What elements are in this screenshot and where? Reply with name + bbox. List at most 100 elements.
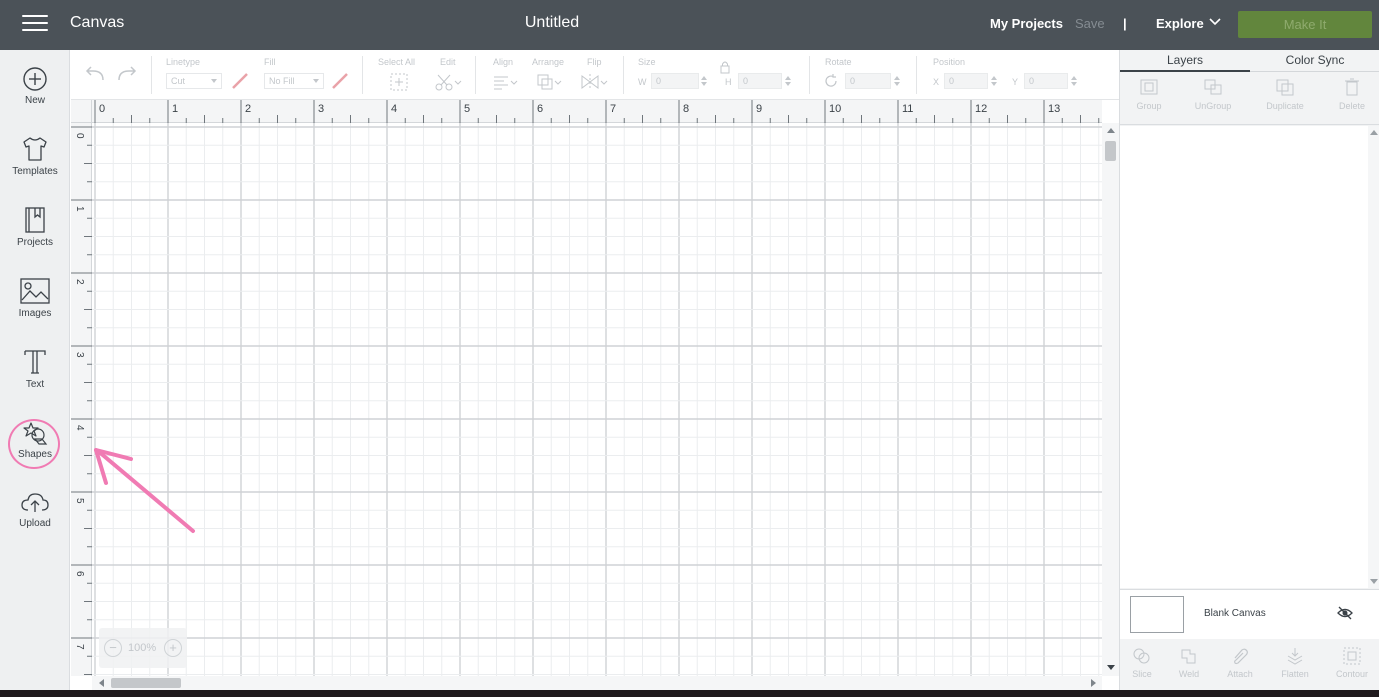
- bottom-actions: Slice Weld Attach Flatten Contour: [1120, 640, 1379, 690]
- ruler-corner: [71, 100, 92, 123]
- arrange-icon[interactable]: [535, 72, 563, 92]
- design-canvas[interactable]: 0 1 2 3 4 5 6 7 8 9 10 11 12 13 01234567 − 100% +: [71, 100, 1119, 690]
- zoom-in-button[interactable]: +: [164, 639, 182, 657]
- sidebar-item-images[interactable]: Images: [0, 277, 70, 343]
- ungroup-button[interactable]: UnGroup: [1181, 77, 1245, 111]
- ruler-label: 3: [318, 103, 324, 115]
- sidebar-item-new[interactable]: New: [0, 66, 70, 132]
- ruler-label: 1: [172, 103, 178, 115]
- size-width-input[interactable]: 0: [651, 73, 699, 89]
- document-title[interactable]: Untitled: [0, 14, 1104, 32]
- attach-button[interactable]: Attach: [1216, 646, 1264, 679]
- fill-color-icon[interactable]: [329, 70, 351, 92]
- image-icon: [20, 278, 50, 304]
- ungroup-icon: [1204, 79, 1222, 95]
- flatten-button[interactable]: Flatten: [1271, 646, 1319, 679]
- sidebar-item-shapes[interactable]: Shapes: [0, 420, 70, 486]
- ruler-label: 6: [537, 103, 543, 115]
- contour-button[interactable]: Contour: [1328, 646, 1376, 679]
- scroll-up-arrow-icon[interactable]: [1370, 130, 1378, 135]
- caret-down-icon: [211, 79, 217, 83]
- zoom-level: 100%: [128, 642, 157, 654]
- ruler-label: 10: [829, 103, 841, 115]
- blank-canvas-swatch[interactable]: [1130, 596, 1184, 633]
- ruler-label: 9: [756, 103, 762, 115]
- blank-canvas-label: Blank Canvas: [1204, 608, 1266, 619]
- spinner-arrows-icon[interactable]: [893, 73, 901, 89]
- make-it-button[interactable]: Make It: [1238, 11, 1372, 38]
- zoom-out-button[interactable]: −: [104, 639, 122, 657]
- duplicate-label: Duplicate: [1266, 101, 1304, 111]
- sidebar-item-templates[interactable]: Templates: [0, 135, 70, 201]
- scroll-down-arrow-icon[interactable]: [1370, 579, 1378, 584]
- position-y-input[interactable]: 0: [1024, 73, 1068, 89]
- scroll-down-arrow-icon[interactable]: [1107, 665, 1115, 670]
- flip-icon[interactable]: [579, 72, 609, 92]
- spinner-arrows-icon[interactable]: [990, 73, 998, 89]
- flatten-label: Flatten: [1281, 669, 1309, 679]
- sidebar-item-upload[interactable]: Upload: [0, 491, 70, 557]
- my-projects-link[interactable]: My Projects: [990, 16, 1063, 31]
- caret-down-icon: [313, 79, 319, 83]
- position-x-input[interactable]: 0: [944, 73, 988, 89]
- weld-button[interactable]: Weld: [1165, 646, 1213, 679]
- duplicate-button[interactable]: Duplicate: [1253, 77, 1317, 111]
- redo-icon[interactable]: [115, 64, 139, 84]
- spinner-arrows-icon[interactable]: [1070, 73, 1078, 89]
- layers-list[interactable]: [1120, 126, 1379, 588]
- bookmark-book-icon: [25, 207, 45, 233]
- slice-button[interactable]: Slice: [1118, 646, 1166, 679]
- blank-canvas-layer[interactable]: Blank Canvas: [1120, 589, 1379, 639]
- flip-label: Flip: [587, 57, 602, 67]
- ruler-label: 4: [74, 425, 85, 431]
- edit-scissors-icon[interactable]: [434, 72, 462, 92]
- vertical-scrollbar[interactable]: [1102, 123, 1119, 676]
- sidebar-item-label: Shapes: [18, 449, 52, 460]
- group-label: Group: [1136, 101, 1162, 111]
- header-separator: |: [1123, 16, 1127, 31]
- sidebar-item-label: Upload: [19, 518, 51, 529]
- explore-dropdown[interactable]: Explore: [1156, 16, 1204, 31]
- horizontal-scroll-thumb[interactable]: [111, 678, 181, 688]
- sidebar-item-text[interactable]: Text: [0, 348, 70, 414]
- fill-value: No Fill: [269, 76, 295, 86]
- rotate-icon[interactable]: [823, 73, 839, 89]
- spinner-arrows-icon[interactable]: [700, 73, 708, 89]
- ruler-label: 1: [74, 206, 85, 212]
- delete-button[interactable]: Delete: [1320, 77, 1379, 111]
- group-button[interactable]: Group: [1117, 77, 1181, 111]
- delete-label: Delete: [1338, 101, 1365, 111]
- undo-icon[interactable]: [83, 64, 107, 84]
- horizontal-scrollbar[interactable]: [92, 676, 1102, 690]
- linetype-select[interactable]: Cut: [166, 73, 222, 89]
- layer-actions: Group UnGroup Duplicate Delete: [1120, 73, 1379, 125]
- scroll-left-arrow-icon[interactable]: [99, 679, 104, 687]
- ruler-label: 3: [74, 352, 85, 358]
- sidebar-item-projects[interactable]: Projects: [0, 206, 70, 272]
- layers-scrollbar[interactable]: [1368, 126, 1379, 588]
- position-x-label: X: [933, 77, 940, 87]
- scroll-up-arrow-icon[interactable]: [1107, 128, 1115, 133]
- vertical-scroll-thumb[interactable]: [1105, 141, 1116, 161]
- canvas-grid[interactable]: [92, 123, 1102, 676]
- tshirt-icon: [23, 137, 47, 161]
- rotate-input[interactable]: 0: [845, 73, 891, 89]
- fill-select[interactable]: No Fill: [264, 73, 324, 89]
- ruler-label: 0: [74, 133, 85, 139]
- spinner-arrows-icon[interactable]: [784, 73, 792, 89]
- size-height-input[interactable]: 0: [738, 73, 782, 89]
- lock-icon[interactable]: [719, 60, 731, 74]
- shapes-icon: [23, 422, 48, 445]
- save-button[interactable]: Save: [1075, 16, 1105, 31]
- align-icon[interactable]: [491, 72, 519, 92]
- ruler-label: 7: [74, 644, 85, 650]
- scroll-right-arrow-icon[interactable]: [1091, 679, 1096, 687]
- linetype-color-icon[interactable]: [229, 70, 251, 92]
- eye-hidden-icon[interactable]: [1336, 605, 1354, 621]
- select-all-icon[interactable]: [389, 72, 409, 92]
- zoom-control: − 100% +: [99, 628, 187, 668]
- tab-color-sync[interactable]: Color Sync: [1250, 50, 1379, 72]
- chevron-down-icon[interactable]: [1208, 17, 1222, 27]
- left-sidebar: New Templates Projects Images Text Shape…: [0, 50, 70, 697]
- tab-layers[interactable]: Layers: [1120, 50, 1250, 72]
